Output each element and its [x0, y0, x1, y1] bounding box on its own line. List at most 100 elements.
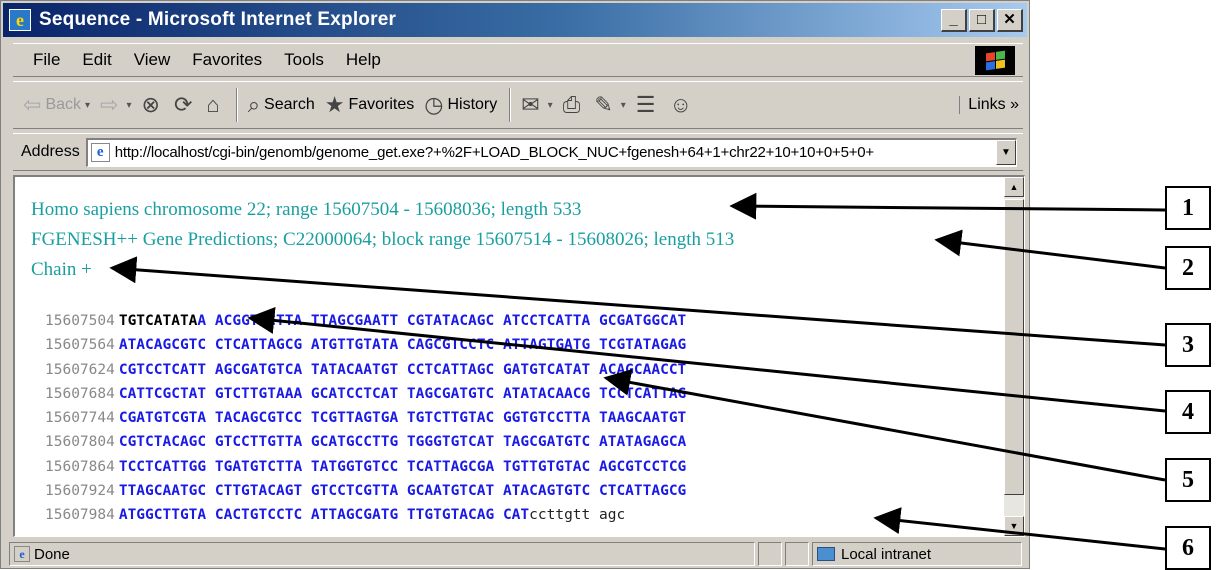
history-label: History — [447, 96, 498, 113]
favorites-label: Favorites — [348, 96, 415, 113]
zone-panel: Local intranet — [812, 542, 1022, 566]
intranet-icon — [817, 547, 835, 561]
stop-icon: ⊗ — [141, 92, 160, 117]
scroll-thumb[interactable] — [1004, 199, 1024, 495]
status-panel: e Done — [9, 542, 755, 566]
menu-favorites[interactable]: Favorites — [192, 50, 262, 70]
sequence-segment: ATACAGCGTC CTCATTAGCG ATGTTGTATA CAGCGTC… — [118, 337, 687, 354]
back-arrow-icon: ⇦ — [23, 92, 42, 117]
sequence-row: 15607624 CGTCCTCATT AGCGATGTCA TATACAATGT… — [45, 362, 686, 386]
scroll-down-button[interactable]: ▼ — [1004, 516, 1024, 536]
stop-button[interactable]: ⊗ — [142, 92, 164, 118]
messenger-button[interactable]: ☺ — [670, 92, 696, 118]
edit-button[interactable]: ✎ ▾ — [594, 92, 625, 118]
address-url-text[interactable]: http://localhost/cgi-bin/genomb/genome_g… — [115, 144, 874, 161]
browser-window: e Sequence - Microsoft Internet Explorer… — [0, 0, 1030, 569]
gene-prediction-line: FGENESH++ Gene Predictions; C22000064; b… — [31, 229, 735, 250]
back-button[interactable]: ⇦ Back ▾ — [23, 92, 90, 118]
forward-button[interactable]: ⇨ ▾ — [100, 92, 131, 118]
sequence-info-line: Homo sapiens chromosome 22; range 156075… — [31, 199, 582, 220]
sequence-segment: A ACGGTCCTTA TTAGCGAATT CGTATACAGC ATCCT… — [197, 313, 687, 329]
discuss-icon: ☰ — [635, 92, 656, 117]
sequence-row: 15607564 ATACAGCGTC CTCATTAGCG ATGTTGTATA… — [45, 337, 686, 361]
sequence-row: 15607924 TTAGCAATGC CTTGTACAGT GTCCTCGTTA… — [45, 483, 686, 507]
sequence-position: 15607684 — [45, 385, 115, 402]
sequence-block: 15607504 TGTCATATAA ACGGTCCTTA TTAGCGAATT… — [45, 313, 686, 532]
ie-logo-icon[interactable]: e — [9, 9, 31, 31]
sequence-position: 15607924 — [45, 483, 115, 500]
callout-label-4: 4 — [1165, 390, 1211, 434]
status-text: Done — [34, 545, 70, 563]
favorites-icon: ★ — [324, 92, 345, 117]
sequence-segment: CATTCGCTAT GTCTTGTAAA GCATCCTCAT TAGCGAT… — [118, 385, 687, 402]
minimize-button[interactable]: _ — [941, 8, 967, 32]
callout-label-2: 2 — [1165, 246, 1211, 290]
history-button[interactable]: ◷ History — [424, 92, 497, 118]
menu-tools[interactable]: Tools — [284, 50, 324, 70]
search-label: Search — [264, 96, 315, 113]
address-bar: Address e http://localhost/cgi-bin/genom… — [13, 133, 1023, 171]
sequence-position: 15607564 — [45, 337, 115, 354]
sequence-position: 15607984 — [45, 507, 115, 524]
sequence-segment: ccttgtt agc — [529, 507, 626, 524]
menu-help[interactable]: Help — [346, 50, 381, 70]
menu-edit[interactable]: Edit — [82, 50, 111, 70]
sequence-position: 15607864 — [45, 458, 115, 475]
discuss-button[interactable]: ☰ — [636, 92, 660, 118]
scroll-up-button[interactable]: ▲ — [1004, 177, 1024, 197]
address-label: Address — [21, 143, 80, 160]
windows-logo-icon — [975, 46, 1015, 75]
sequence-row: 15607984 ATGGCTTGTA CACTGTCCTC ATTAGCGATG… — [45, 507, 686, 531]
sequence-row: 15607804 CGTCTACAGC GTCCTTGTTA GCATGCCTTG… — [45, 434, 686, 458]
status-panel-empty — [785, 542, 809, 566]
close-button[interactable]: ✕ — [997, 8, 1023, 32]
links-button[interactable]: Links » — [959, 96, 1019, 114]
sequence-row: 15607744 CGATGTCGTA TACAGCGTCC TCGTTAGTGA… — [45, 410, 686, 434]
search-button[interactable]: ⌕ Search — [248, 92, 315, 118]
refresh-button[interactable]: ⟳ — [174, 92, 196, 118]
home-icon: ⌂ — [206, 92, 220, 117]
messenger-icon: ☺ — [669, 92, 692, 117]
sequence-position: 15607504 — [45, 313, 115, 329]
callout-label-1: 1 — [1165, 186, 1211, 230]
status-bar: e Done Local intranet — [9, 541, 1025, 567]
window-controls: _ □ ✕ — [941, 8, 1023, 32]
address-input[interactable]: e http://localhost/cgi-bin/genomb/genome… — [85, 137, 1017, 167]
sequence-position: 15607624 — [45, 361, 115, 378]
sequence-segment: TGTCATATA — [118, 313, 198, 329]
callout-label-5: 5 — [1165, 458, 1211, 502]
sequence-segment: CGATGTCGTA TACAGCGTCC TCGTTAGTGA TGTCTTG… — [118, 410, 687, 427]
chevron-down-icon[interactable]: ▾ — [126, 100, 131, 111]
sequence-segment: TCCTCATTGG TGATGTCTTA TATGGTGTCC TCATTAG… — [118, 458, 687, 475]
mail-button[interactable]: ✉ ▾ — [521, 92, 552, 118]
menu-file[interactable]: File — [33, 50, 60, 70]
toolbar: ⇦ Back ▾ ⇨ ▾ ⊗ ⟳ ⌂ ⌕ Search ★ Favorites … — [13, 81, 1023, 129]
status-panel-empty — [758, 542, 782, 566]
sequence-segment: TTAGCAATGC CTTGTACAGT GTCCTCGTTA GCAATGT… — [118, 483, 687, 500]
search-icon: ⌕ — [247, 92, 261, 117]
zone-text: Local intranet — [841, 545, 932, 563]
callout-label-3: 3 — [1165, 323, 1211, 367]
favorites-button[interactable]: ★ Favorites — [325, 92, 415, 118]
sequence-segment: CGTCCTCATT AGCGATGTCA TATACAATGT CCTCATT… — [118, 361, 687, 378]
page-icon: e — [90, 143, 110, 162]
window-title: Sequence - Microsoft Internet Explorer — [39, 9, 397, 30]
title-bar[interactable]: e Sequence - Microsoft Internet Explorer… — [3, 3, 1027, 37]
back-label: Back — [45, 96, 82, 113]
maximize-button[interactable]: □ — [969, 8, 995, 32]
home-button[interactable]: ⌂ — [206, 92, 223, 118]
callout-label-6: 6 — [1165, 526, 1211, 570]
print-icon: ⎙ — [562, 92, 581, 117]
chevron-down-icon[interactable]: ▾ — [548, 100, 553, 111]
sequence-segment: CGTCTACAGC GTCCTTGTTA GCATGCCTTG TGGGTGT… — [118, 434, 687, 451]
vertical-scrollbar[interactable]: ▲ ▼ — [1004, 177, 1024, 536]
menu-view[interactable]: View — [134, 50, 171, 70]
chevron-down-icon[interactable]: ▾ — [621, 100, 626, 111]
refresh-icon: ⟳ — [173, 92, 193, 117]
chevron-down-icon[interactable]: ▾ — [85, 100, 90, 111]
print-button[interactable]: ⎙ — [563, 92, 585, 118]
toolbar-separator — [235, 88, 238, 122]
forward-arrow-icon: ⇨ — [100, 92, 119, 117]
address-dropdown-button[interactable]: ▼ — [996, 140, 1016, 165]
chain-line: Chain + — [31, 259, 92, 280]
